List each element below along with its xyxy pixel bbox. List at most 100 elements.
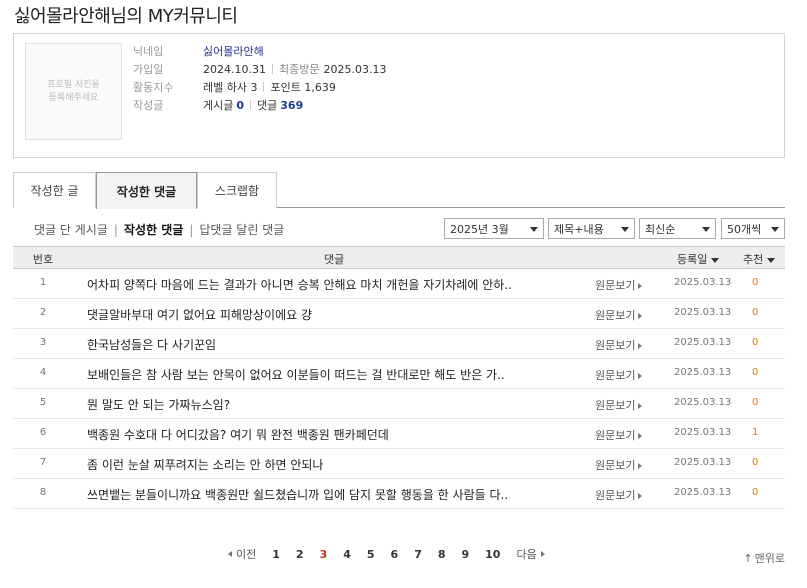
row-recommend-count: 0 (752, 397, 759, 408)
view-original-label: 원문보기 (595, 309, 636, 322)
per-page-select[interactable]: 50개씩 (721, 218, 785, 239)
chevron-right-icon (540, 551, 545, 557)
back-to-top-link[interactable]: ↑ 맨위로 (743, 550, 785, 566)
header-rec-sort[interactable]: 추천 (743, 251, 776, 267)
view-original-label: 원문보기 (595, 399, 636, 412)
row-recommend-count: 0 (752, 307, 759, 318)
comment-text-link[interactable]: 쓰면뱉는 분들이니까요 백종원만 쉴드쳤습니까 입에 담지 못할 행동을 한 사… (87, 486, 557, 503)
view-original-link[interactable]: 원문보기 (595, 427, 643, 443)
caret-right-icon (638, 313, 643, 319)
per-page-value: 50개씩 (727, 222, 762, 236)
table-row: 4 보배인들은 참 사람 보는 안목이 없어요 이분들이 떠드는 걸 반대로만 해… (13, 359, 785, 389)
posts-row: 작성글 게시글 0 댓글 369 (133, 96, 303, 114)
comment-text-link[interactable]: 댓글알바부대 여기 없어요 피해망상이에요 걍 (87, 306, 557, 323)
tab-written-posts[interactable]: 작성한 글 (13, 172, 96, 208)
page-number-link[interactable]: 8 (438, 548, 446, 561)
page-number-link[interactable]: 4 (343, 548, 351, 561)
view-original-link[interactable]: 원문보기 (595, 367, 643, 383)
comment-text-link[interactable]: 한국남성들은 다 사기꾼임 (87, 336, 557, 353)
row-number: 8 (39, 487, 47, 498)
photo-placeholder-text: 프로필 사진을 등록해주세요 (47, 79, 100, 103)
table-header: 번호 댓글 등록일 추천 (13, 246, 785, 269)
comment-text-link[interactable]: 보배인들은 참 사람 보는 안목이 없어요 이분들이 떠드는 걸 반대로만 해도… (87, 366, 557, 383)
last-visit-label: 최종방문 (278, 63, 320, 76)
subtab-commented-posts[interactable]: 댓글 단 게시글 (34, 221, 108, 238)
next-page-label: 다음 (516, 548, 537, 561)
view-original-link[interactable]: 원문보기 (595, 487, 643, 503)
row-number: 6 (39, 427, 47, 438)
row-recommend-count: 0 (752, 487, 759, 498)
row-recommend-count: 0 (752, 337, 759, 348)
table-row: 8 쓰면뱉는 분들이니까요 백종원만 쉴드쳤습니까 입에 담지 못할 행동을 한 … (13, 479, 785, 509)
row-date: 2025.03.13 (674, 487, 732, 498)
row-number: 2 (39, 307, 47, 318)
post-count-label: 게시글 (203, 99, 234, 112)
sort-down-icon (767, 257, 776, 263)
caret-right-icon (638, 373, 643, 379)
subtab-separator: | (189, 222, 194, 237)
page-number-link[interactable]: 5 (367, 548, 375, 561)
joined-row: 가입일 2024.10.31 최종방문 2025.03.13 (133, 60, 386, 78)
page-number-link[interactable]: 2 (296, 548, 304, 561)
header-rec-label: 추천 (743, 253, 764, 266)
row-date: 2025.03.13 (674, 277, 732, 288)
table-row: 3 한국남성들은 다 사기꾼임 원문보기 2025.03.13 0 (13, 329, 785, 359)
row-recommend-count: 0 (752, 457, 759, 468)
next-page-button[interactable]: 다음 (516, 546, 545, 562)
row-date: 2025.03.13 (674, 427, 732, 438)
nickname-row: 닉네임 싫어몰라안해 (133, 42, 264, 60)
tab-scrap[interactable]: 스크랩함 (197, 172, 277, 208)
last-visit-date: 2025.03.13 (323, 62, 387, 76)
table-row: 7 좀 이런 눈살 찌푸려지는 소리는 안 하면 안되나 원문보기 2025.03.1… (13, 449, 785, 479)
view-original-link[interactable]: 원문보기 (595, 397, 643, 413)
sort-select[interactable]: 최신순 (639, 218, 716, 239)
view-original-link[interactable]: 원문보기 (595, 307, 643, 323)
prev-page-button[interactable]: 이전 (228, 546, 256, 562)
row-number: 7 (39, 457, 47, 468)
row-number: 3 (39, 337, 47, 348)
page-number-link[interactable]: 3 (320, 548, 328, 561)
view-original-label: 원문보기 (595, 459, 636, 472)
page-number-link[interactable]: 10 (485, 548, 500, 561)
chevron-down-icon (771, 227, 779, 232)
row-date: 2025.03.13 (674, 367, 732, 378)
page-number-link[interactable]: 7 (414, 548, 422, 561)
comment-subtabs: 댓글 단 게시글 | 작성한 댓글 | 답댓글 달린 댓글 (34, 221, 284, 238)
header-num: 번호 (32, 253, 54, 266)
month-select-value: 2025년 3월 (450, 222, 509, 236)
caret-right-icon (638, 343, 643, 349)
row-recommend-count: 0 (752, 367, 759, 378)
view-original-link[interactable]: 원문보기 (595, 337, 643, 353)
row-recommend-count: 1 (752, 427, 759, 438)
page-number-link[interactable]: 6 (391, 548, 399, 561)
nickname-value[interactable]: 싫어몰라안해 (203, 43, 264, 59)
profile-box: 프로필 사진을 등록해주세요 닉네임 싫어몰라안해 가입일 2024.10.31… (13, 33, 785, 158)
caret-right-icon (638, 463, 643, 469)
caret-right-icon (638, 403, 643, 409)
nickname-label: 닉네임 (133, 45, 164, 58)
page-number-link[interactable]: 1 (272, 548, 280, 561)
header-date-sort[interactable]: 등록일 (677, 251, 720, 267)
view-original-link[interactable]: 원문보기 (595, 457, 643, 473)
comment-text-link[interactable]: 좀 이런 눈살 찌푸려지는 소리는 안 하면 안되나 (87, 456, 557, 473)
subtab-written-comments[interactable]: 작성한 댓글 (124, 221, 183, 238)
profile-photo-placeholder[interactable]: 프로필 사진을 등록해주세요 (25, 43, 122, 140)
table-body: 1 어차피 양쪽다 마음에 드는 결과가 아니면 승복 안해요 마치 개헌을 자기… (13, 269, 785, 509)
comment-text-link[interactable]: 백종원 수호대 다 어디갔음? 여기 뭐 완전 백종원 팬카페던데 (87, 426, 557, 443)
comment-text-link[interactable]: 어차피 양쪽다 마음에 드는 결과가 아니면 승복 안해요 마치 개헌을 자기차… (87, 276, 557, 293)
page-number-link[interactable]: 9 (462, 548, 470, 561)
view-original-label: 원문보기 (595, 429, 636, 442)
table-row: 2 댓글알바부대 여기 없어요 피해망상이에요 걍 원문보기 2025.03.13 0 (13, 299, 785, 329)
row-number: 1 (39, 277, 47, 288)
tab-written-comments[interactable]: 작성한 댓글 (96, 172, 197, 209)
chevron-down-icon (621, 227, 629, 232)
view-original-link[interactable]: 원문보기 (595, 277, 643, 293)
comment-text-link[interactable]: 뭔 말도 안 되는 가짜뉴스임? (87, 396, 557, 413)
main-tabs: 작성한 글 작성한 댓글 스크랩함 (13, 172, 785, 209)
subtab-replied-comments[interactable]: 답댓글 달린 댓글 (199, 221, 284, 238)
search-scope-select[interactable]: 제목+내용 (548, 218, 635, 239)
month-select[interactable]: 2025년 3월 (444, 218, 544, 239)
view-original-label: 원문보기 (595, 339, 636, 352)
divider (250, 100, 252, 110)
comment-count-label: 댓글 (257, 99, 278, 112)
